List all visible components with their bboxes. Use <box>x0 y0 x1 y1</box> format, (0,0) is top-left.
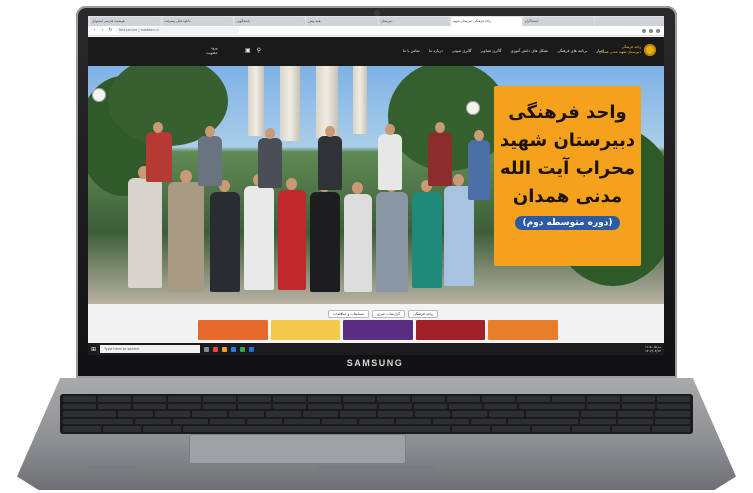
touchpad <box>189 434 406 464</box>
person-head <box>352 182 363 194</box>
site-logo-text: واحد فرهنگی دبیرستان شهید مدنی همدان <box>599 45 641 55</box>
person-shape <box>168 182 204 292</box>
word-icon[interactable] <box>249 346 255 352</box>
person-head <box>180 170 192 183</box>
browser-tab[interactable]: همه پیش <box>306 17 378 26</box>
login-links: ورود عضویت <box>206 46 218 56</box>
cart-icon[interactable]: ▣ <box>245 47 251 54</box>
person-shape <box>278 190 306 290</box>
taskbar-search[interactable]: Type here to search <box>100 345 201 353</box>
browser-tab[interactable]: دانلود فایل پیشرفت <box>162 17 234 26</box>
reload-icon[interactable]: ↻ <box>108 28 113 33</box>
person-head <box>435 122 445 133</box>
post-card[interactable] <box>343 320 413 340</box>
group-photo <box>128 112 548 292</box>
file-explorer-icon[interactable] <box>222 346 228 352</box>
edge-icon[interactable] <box>231 346 237 352</box>
menu-item-news[interactable]: اخبار <box>596 48 604 53</box>
person-head <box>153 122 163 133</box>
banner-line: مدنی همدان <box>512 186 623 207</box>
browser-address-bar: ‹ › ↻ Not secure | maddani.ir <box>88 26 664 36</box>
street-lamp <box>92 88 106 102</box>
menu-item-audio[interactable]: گالری صوتی <box>452 48 472 53</box>
browser-tab[interactable]: پاسخگویی <box>234 17 306 26</box>
browser-tab[interactable]: اینستاگرام <box>522 17 594 26</box>
person-shape <box>318 136 342 190</box>
chrome-icon[interactable] <box>213 346 219 352</box>
person-shape <box>258 138 282 188</box>
person-shape <box>444 186 474 286</box>
back-icon[interactable]: ‹ <box>92 28 97 33</box>
menu-item-student-groups[interactable]: تشکل های دانش آموزی <box>510 48 548 53</box>
browser-tab[interactable] <box>594 17 664 26</box>
profile-icon[interactable] <box>656 28 660 33</box>
banner-subtitle: (دوره متوسطه دوم) <box>514 216 621 230</box>
menu-item-gallery[interactable]: گالری تصاویر <box>481 48 502 53</box>
person-shape <box>468 140 490 200</box>
task-view-icon[interactable] <box>204 346 210 352</box>
browser-tab[interactable]: دبیرستان <box>378 17 450 26</box>
menu-item-cultural[interactable]: برنامه های فرهنگی <box>557 48 587 53</box>
person-shape <box>128 178 162 288</box>
browser-tab-bar: هوشمند فارسی لیستهای دانلود فایل پیشرفت … <box>88 16 664 26</box>
extension-icon[interactable] <box>649 28 653 33</box>
person-head <box>453 174 464 186</box>
filter-chip[interactable]: واحد فرهنگی <box>408 310 438 318</box>
browser-tab[interactable]: هوشمند فارسی لیستهای <box>90 17 162 26</box>
person-shape <box>146 132 172 182</box>
hero-banner: واحد فرهنگی دبیرستان شهید محراب آیت الله… <box>494 86 641 266</box>
taskbar-clock[interactable]: ۱۱:۵۰ ب.ظ ۱۴۰۲/۰۲/۱۴ <box>645 345 661 353</box>
person-shape <box>378 134 402 190</box>
logo-text-line: دبیرستان شهید مدنی همدان <box>599 50 641 54</box>
filter-chip[interactable]: مسابقات و مناقصات <box>328 310 369 318</box>
person-head <box>385 124 395 135</box>
taskbar-date: ۱۴۰۲/۰۲/۱۴ <box>645 349 661 353</box>
header-icons: ▣ ⚲ <box>245 47 261 54</box>
person-head <box>286 178 297 190</box>
menu-item-contact[interactable]: تماس با ما <box>403 48 420 53</box>
banner-line: دبیرستان شهید <box>499 130 636 151</box>
category-filters: واحد فرهنگی گزارشات خبری مسابقات و مناقص… <box>328 310 438 318</box>
post-card[interactable] <box>488 320 558 340</box>
hero-image: واحد فرهنگی دبیرستان شهید محراب آیت الله… <box>88 66 664 304</box>
person-shape <box>198 136 222 186</box>
person-shape <box>344 194 372 292</box>
search-icon[interactable]: ⚲ <box>257 47 261 54</box>
extension-icon[interactable] <box>642 28 646 33</box>
keyboard <box>60 394 693 434</box>
person-head <box>205 126 215 137</box>
main-menu: اخبار برنامه های فرهنگی تشکل های دانش آم… <box>403 48 604 53</box>
url-field[interactable]: Not secure | maddani.ir <box>116 27 239 34</box>
windows-taskbar: ⊞ Type here to search ۱۱:۵۰ ب.ظ ۱۴۰۲/۰۲/… <box>88 343 664 355</box>
laptop-screen: هوشمند فارسی لیستهای دانلود فایل پیشرفت … <box>88 16 664 355</box>
site-header: واحد فرهنگی دبیرستان شهید مدنی همدان اخب… <box>88 37 664 66</box>
person-head <box>325 126 335 137</box>
site-logo-icon[interactable] <box>644 44 656 56</box>
indicator-strip <box>88 465 138 470</box>
app-icon[interactable] <box>240 346 246 352</box>
person-head <box>265 128 275 139</box>
person-shape <box>244 186 274 290</box>
register-link[interactable]: عضویت <box>206 51 218 56</box>
person-shape <box>412 192 442 288</box>
banner-line: محراب آیت الله <box>499 158 636 179</box>
banner-line: واحد فرهنگی <box>508 102 627 123</box>
forward-icon[interactable]: › <box>100 28 105 33</box>
person-shape <box>376 192 408 292</box>
person-shape <box>210 192 240 292</box>
person-head <box>474 130 484 141</box>
front-latch <box>315 465 437 470</box>
person-shape <box>428 132 452 186</box>
menu-item-about[interactable]: درباره ما <box>429 48 443 53</box>
laptop: هوشمند فارسی لیستهای دانلود فایل پیشرفت … <box>0 0 753 493</box>
person-shape <box>310 192 340 292</box>
browser-tab-active[interactable]: واحد فرهنگی دبیرستان شهید <box>450 17 522 26</box>
post-card[interactable] <box>270 320 341 340</box>
laptop-brand-logo: SAMSUNG <box>346 358 404 368</box>
filter-chip[interactable]: گزارشات خبری <box>371 310 406 318</box>
post-cards <box>198 320 558 340</box>
windows-start-icon[interactable]: ⊞ <box>91 346 96 353</box>
post-card[interactable] <box>415 320 486 340</box>
post-card[interactable] <box>198 320 268 340</box>
